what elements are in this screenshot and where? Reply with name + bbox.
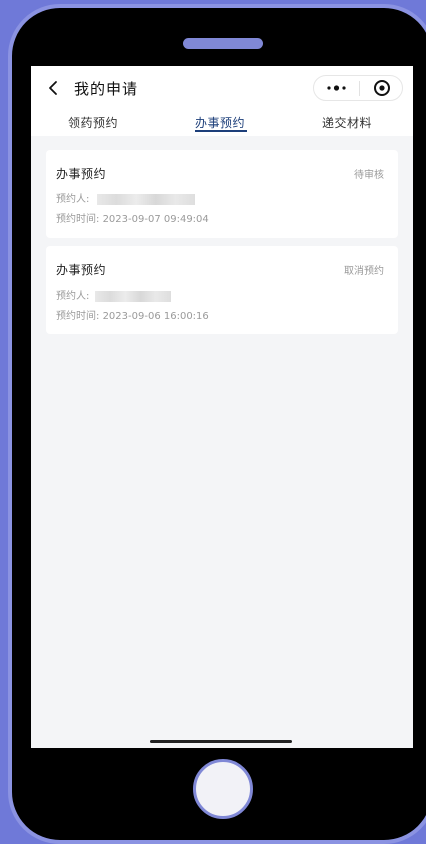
appointment-time-label: 预约时间: — [56, 214, 100, 225]
applicant-row: 预约人: — [56, 190, 195, 205]
card-title: 办事预约 — [56, 263, 107, 277]
tab-submit-materials[interactable]: 递交材料 — [322, 114, 372, 131]
appointment-time-row: 预约时间: 2023-09-06 16:00:16 — [56, 307, 209, 322]
appointment-time-label: 预约时间: — [56, 311, 100, 322]
mini-program-capsule — [313, 75, 403, 101]
applicant-label: 预约人: — [56, 291, 90, 302]
more-button[interactable] — [314, 76, 359, 100]
tab-medicine-appointment[interactable]: 领药预约 — [68, 114, 118, 131]
applicant-row: 预约人: — [56, 287, 171, 302]
back-button[interactable] — [45, 79, 63, 97]
active-tab-indicator — [195, 130, 247, 132]
applicant-name-redacted — [96, 193, 195, 205]
navigation-bar: 我的申请 — [31, 66, 413, 110]
appointment-card[interactable]: 办事预约 待审核 预约人: 预约时间: 2023-09-07 09:49:04 — [46, 150, 398, 238]
status-badge: 取消预约 — [344, 266, 384, 277]
tab-service-appointment[interactable]: 办事预约 — [195, 114, 245, 131]
appointment-time-row: 预约时间: 2023-09-07 09:49:04 — [56, 210, 209, 225]
more-dots-icon — [327, 85, 346, 91]
close-mini-program-button[interactable] — [360, 76, 404, 100]
status-badge: 待审核 — [354, 170, 384, 181]
home-indicator — [150, 740, 292, 743]
target-circle-icon — [374, 80, 390, 96]
phone-speaker — [183, 38, 263, 49]
page-title: 我的申请 — [74, 80, 139, 98]
home-button[interactable] — [193, 759, 253, 819]
app-screen: 我的申请 领药预约 办事预约 递交材料 办事预约 待审核 预约人: 预约时间: … — [31, 66, 413, 748]
applicant-name-redacted — [94, 290, 171, 302]
card-title: 办事预约 — [56, 167, 107, 181]
applicant-label: 预约人: — [56, 194, 90, 205]
appointment-time-value: 2023-09-07 09:49:04 — [102, 214, 209, 225]
appointment-time-value: 2023-09-06 16:00:16 — [102, 311, 209, 322]
chevron-left-icon — [49, 81, 57, 95]
tab-bar: 领药预约 办事预约 递交材料 — [31, 110, 413, 136]
appointment-card[interactable]: 办事预约 取消预约 预约人: 预约时间: 2023-09-06 16:00:16 — [46, 246, 398, 334]
